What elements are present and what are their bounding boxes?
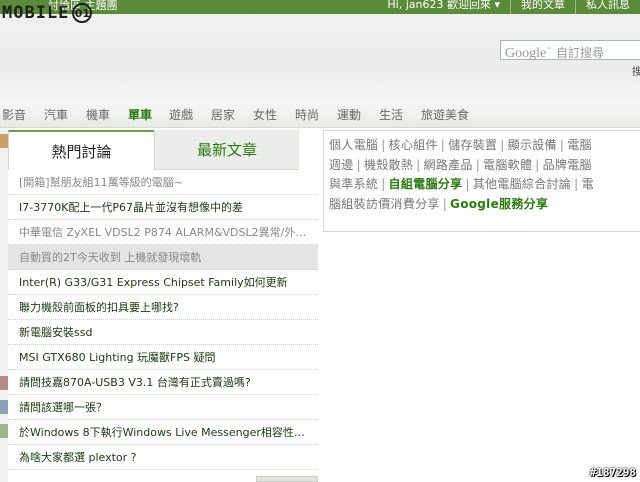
top-links: Hi, jan623 歡迎回來 ▾ 我的文章 私人訊息	[377, 0, 640, 14]
logo-text: MOBILE	[2, 3, 70, 23]
left-edge-strip	[0, 128, 8, 482]
search-button[interactable]: 搜	[632, 63, 640, 78]
category-link[interactable]: 電	[581, 177, 593, 191]
hot-topic-item[interactable]: I7-3770K配上一代P67晶片並沒有想像中的差	[8, 195, 318, 220]
google-brand-text: Google	[505, 46, 547, 61]
tab-hot-topics[interactable]: 熱門討論	[8, 130, 154, 170]
hot-topic-item[interactable]: 於Windows 8下執行Windows Live Messenger相容性問題	[8, 420, 318, 445]
category-line-3: 與準系統 | 自組電腦分享 | 其他電腦綜合討論 | 電	[329, 177, 594, 191]
hot-topic-item[interactable]: 為啥大家都選 plextor ?	[8, 445, 318, 470]
category-line-4: 腦組裝訪價消費分享 | Google服務分享	[329, 196, 549, 211]
list-scroll-tab[interactable]	[256, 476, 318, 482]
nav-item-travel-food[interactable]: 旅遊美食	[421, 106, 469, 123]
hot-topic-item[interactable]: MSI GTX680 Lighting 玩魔獸FPS 疑問	[8, 345, 318, 370]
category-link[interactable]: 核心組件	[389, 138, 438, 152]
search-placeholder-text: 自訂搜尋	[556, 46, 605, 60]
private-messages-link[interactable]: 私人訊息	[575, 0, 640, 14]
category-link[interactable]: 其他電腦綜合討論	[473, 177, 571, 191]
category-link[interactable]: 個人電腦	[329, 138, 378, 152]
image-watermark: #187298	[589, 466, 636, 479]
category-line-1: 個人電腦 | 核心組件 | 儲存裝置 | 顯示設備 | 電腦	[329, 138, 592, 152]
top-bar: 討論區 主題團 Hi, jan623 歡迎回來 ▾ 我的文章 私人訊息	[0, 0, 640, 14]
nav-item-motorcycle[interactable]: 機車	[86, 106, 110, 123]
nav-item-games[interactable]: 遊戲	[169, 106, 193, 123]
search-input[interactable]: Google™ 自訂搜尋	[500, 40, 640, 61]
hot-topics-panel: 熱門討論 最新文章 [開箱]幫朋友組11萬等級的電腦~ I7-3770K配上一代P…	[8, 130, 318, 482]
hot-topic-item[interactable]: 請問技嘉870A-USB3 V3.1 台灣有正式賣過嗎?	[8, 370, 318, 395]
nav-item-fashion[interactable]: 時尚	[295, 106, 319, 123]
hot-topic-item[interactable]: 請問該選哪一張？	[8, 395, 318, 420]
category-line-2: 週邊 | 機殼散熱 | 網路產品 | 電腦軟體 | 品牌電腦	[329, 157, 592, 172]
tab-latest-posts[interactable]: 最新文章	[154, 130, 299, 170]
category-link[interactable]: 顯示設備	[508, 138, 557, 152]
logo-badge: 01	[72, 3, 93, 23]
category-links: 個人電腦 | 核心組件 | 儲存裝置 | 顯示設備 | 電腦 週邊 | 機殼散熱 | 網路產品 | 電腦軟體…	[329, 136, 640, 214]
hot-topic-item[interactable]: Inter(R) G33/G31 Express Chipset Family如…	[8, 270, 318, 295]
my-posts-link[interactable]: 我的文章	[510, 0, 575, 14]
forum-categories-box: 個人電腦 | 核心組件 | 儲存裝置 | 顯示設備 | 電腦 週邊 | 機殼散熱 | 網路產品 | 電腦軟體…	[323, 130, 640, 232]
hot-topic-item[interactable]: 聯力機殼前面板的扣具要上哪找?	[8, 295, 318, 320]
category-link[interactable]: 網路產品	[424, 158, 473, 172]
nav-item-women[interactable]: 女性	[253, 106, 277, 123]
category-link[interactable]: 電腦軟體	[483, 158, 532, 172]
category-link[interactable]: 腦組裝訪價消費分享	[329, 197, 440, 211]
category-link[interactable]: 品牌電腦	[543, 158, 592, 172]
hot-topics-list: [開箱]幫朋友組11萬等級的電腦~ I7-3770K配上一代P67晶片並沒有想像中…	[8, 170, 318, 470]
site-logo[interactable]: MOBILE 01	[2, 3, 93, 23]
greeting-link[interactable]: Hi, jan623 歡迎回來 ▾	[377, 0, 510, 14]
nav-item-av[interactable]: 影音	[2, 106, 26, 123]
category-link-active[interactable]: 自組電腦分享	[389, 177, 463, 191]
hot-topic-item[interactable]: [開箱]幫朋友組11萬等級的電腦~	[8, 170, 318, 195]
search-placeholder: Google™ 自訂搜尋	[505, 46, 605, 61]
nav-item-bicycle[interactable]: 單車	[128, 106, 152, 123]
nav-item-life[interactable]: 生活	[379, 106, 403, 123]
nav-item-home[interactable]: 居家	[211, 106, 235, 123]
category-link[interactable]: 與準系統	[329, 177, 378, 191]
nav-item-car[interactable]: 汽車	[44, 106, 68, 123]
hot-topic-item[interactable]: 新電腦安裝ssd	[8, 320, 318, 345]
category-link[interactable]: 儲存裝置	[448, 138, 497, 152]
category-link[interactable]: 機殼散熱	[364, 158, 413, 172]
category-link-google[interactable]: Google服務分享	[450, 197, 548, 211]
hot-topic-item[interactable]: 中華電信 ZyXEL VDSL2 P874 ALARM&VDSL2異常/外星人紅…	[8, 220, 318, 245]
category-link[interactable]: 電腦	[567, 138, 592, 152]
category-link[interactable]: 週邊	[329, 158, 354, 172]
hot-topic-item[interactable]: 自動買的2T今天收到 上機就發現壞軌	[8, 245, 318, 270]
category-nav: 影音 汽車 機車 單車 遊戲 居家 女性 時尚 運動 生活 旅遊美食	[0, 100, 640, 128]
nav-item-sports[interactable]: 運動	[337, 106, 361, 123]
